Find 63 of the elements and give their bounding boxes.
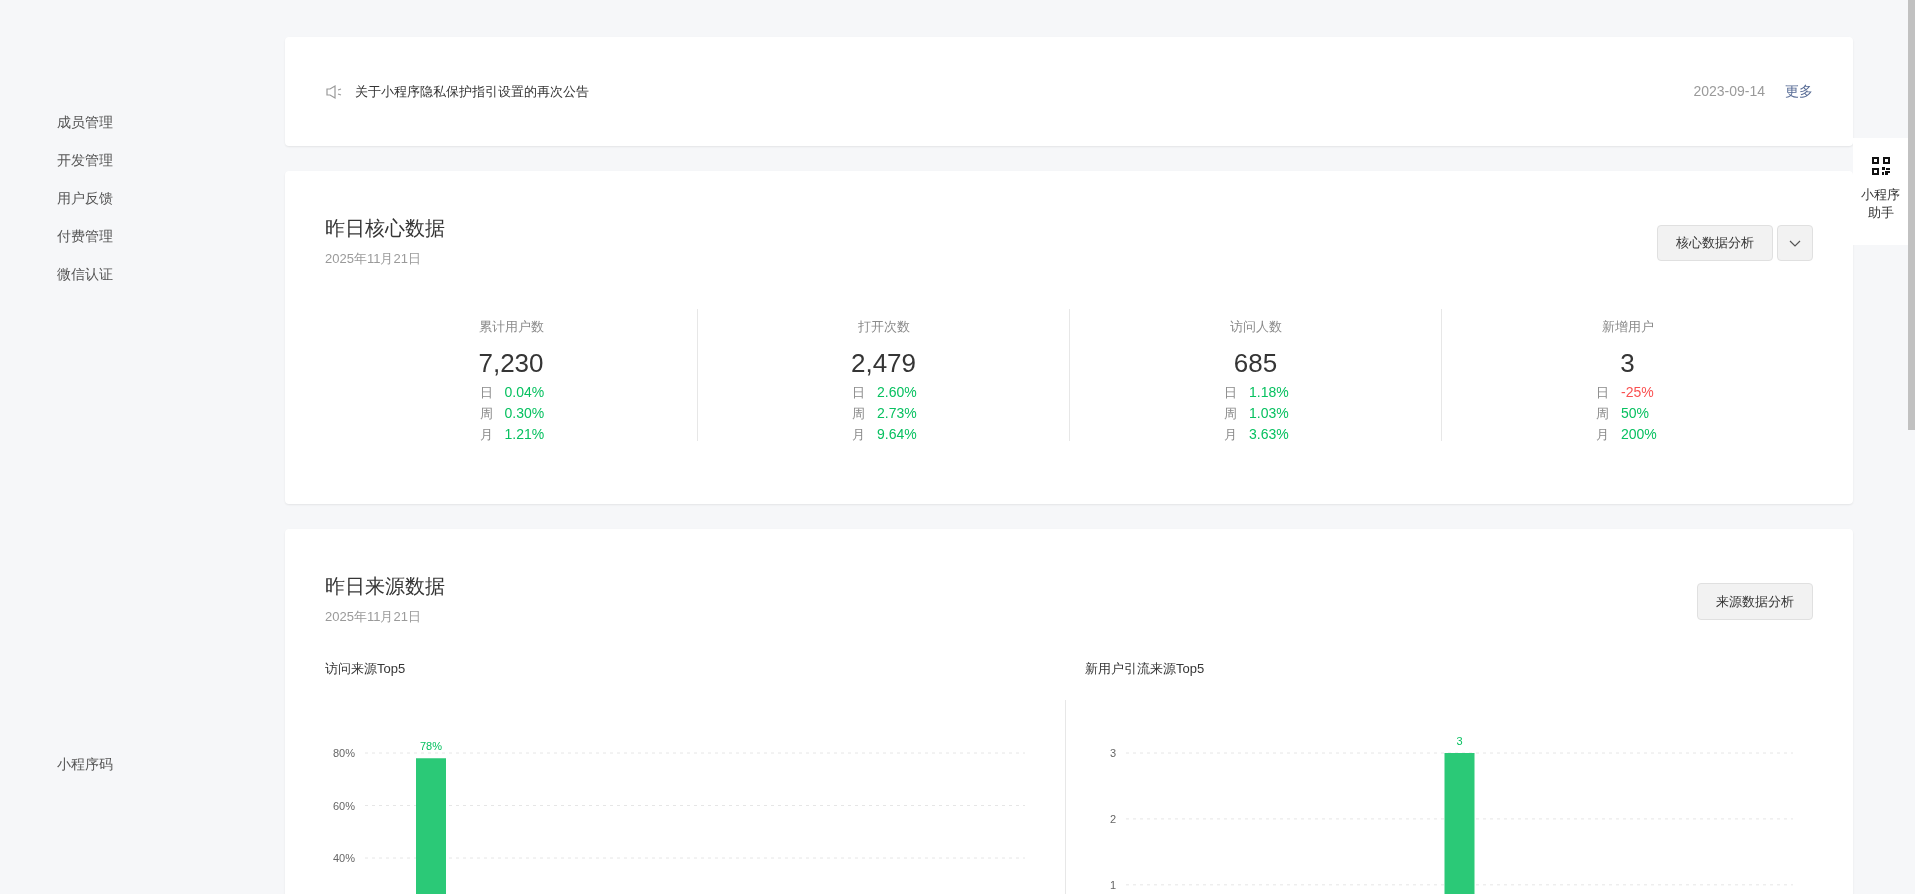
section-title: 昨日来源数据 — [325, 574, 445, 599]
scrollbar[interactable] — [1908, 0, 1915, 430]
change-value: 1.21% — [504, 425, 546, 444]
sidebar-item[interactable]: 付费管理 — [57, 225, 113, 247]
chart-title: 访问来源Top5 — [325, 659, 407, 678]
metric-value: 2,479 — [850, 347, 917, 380]
period-label: 月 — [852, 425, 865, 444]
period-label: 日 — [1224, 383, 1237, 402]
metric-label: 新增用户 — [1601, 317, 1654, 336]
sidebar-item[interactable]: 用户反馈 — [57, 187, 113, 209]
analysis-button[interactable]: 来源数据分析 — [1697, 583, 1813, 620]
period-label: 日 — [1596, 383, 1609, 402]
period-label: 月 — [479, 425, 493, 444]
metric-value: 3 — [1620, 347, 1635, 380]
period-label: 周 — [852, 404, 865, 423]
caret-icon — [1789, 239, 1801, 247]
period-label: 月 — [1224, 425, 1237, 444]
sidebar-item[interactable]: 微信认证 — [57, 263, 113, 285]
change-value: 0.04% — [504, 383, 546, 402]
data-label: 78% — [420, 740, 442, 753]
analysis-button[interactable]: 核心数据分析 — [1657, 225, 1773, 261]
metric-value: 685 — [1233, 347, 1278, 380]
notice-date: 2023-09-14 — [1693, 82, 1765, 101]
section-title: 昨日核心数据 — [325, 216, 445, 241]
metric-value: 7,230 — [478, 347, 544, 380]
change-value: 1.18% — [1249, 383, 1290, 402]
change-value: 3.63% — [1249, 425, 1290, 444]
change-value: 0.30% — [504, 404, 546, 423]
metric-label: 打开次数 — [857, 317, 910, 336]
change-value: 2.73% — [877, 404, 918, 423]
axis-label: 40% — [332, 852, 355, 864]
period-label: 日 — [479, 383, 493, 402]
dropdown-button[interactable] — [1777, 225, 1813, 261]
sidebar-item[interactable]: 成员管理 — [57, 111, 113, 133]
change-value: 50% — [1621, 404, 1651, 423]
change-value: 200% — [1621, 425, 1658, 444]
axis-label: 80% — [332, 747, 355, 759]
period-label: 周 — [479, 404, 493, 423]
change-value: -25% — [1621, 383, 1655, 402]
section-date: 2025年11月21日 — [325, 608, 422, 626]
axis-label: 60% — [332, 799, 355, 812]
change-value: 9.64% — [877, 425, 918, 444]
period-label: 日 — [852, 383, 865, 402]
chart-title: 新用户引流来源Top5 — [1085, 659, 1206, 678]
data-label: 3 — [1456, 735, 1463, 747]
sidebar-item[interactable]: 小程序码 — [57, 756, 113, 772]
metric-label: 累计用户数 — [478, 317, 544, 336]
change-value: 1.03% — [1249, 404, 1290, 423]
period-label: 月 — [1596, 425, 1609, 444]
section-date: 2025年11月21日 — [325, 250, 422, 268]
more-link[interactable]: 更多 — [1785, 81, 1813, 102]
qr-code-icon — [1870, 156, 1891, 176]
sidebar-item[interactable]: 开发管理 — [57, 149, 113, 171]
axis-label: 2 — [1109, 812, 1116, 825]
metric-label: 访问人数 — [1229, 317, 1282, 336]
period-label: 周 — [1596, 404, 1609, 423]
change-value: 2.60% — [877, 383, 918, 402]
axis-label: 3 — [1109, 747, 1116, 759]
speaker-icon — [325, 83, 343, 100]
axis-label: 1 — [1109, 878, 1116, 891]
notice-text[interactable]: 关于小程序隐私保护指引设置的再次公告 — [355, 81, 589, 102]
period-label: 周 — [1224, 404, 1237, 423]
assistant-tab[interactable]: 小程序助手 — [1853, 138, 1908, 245]
